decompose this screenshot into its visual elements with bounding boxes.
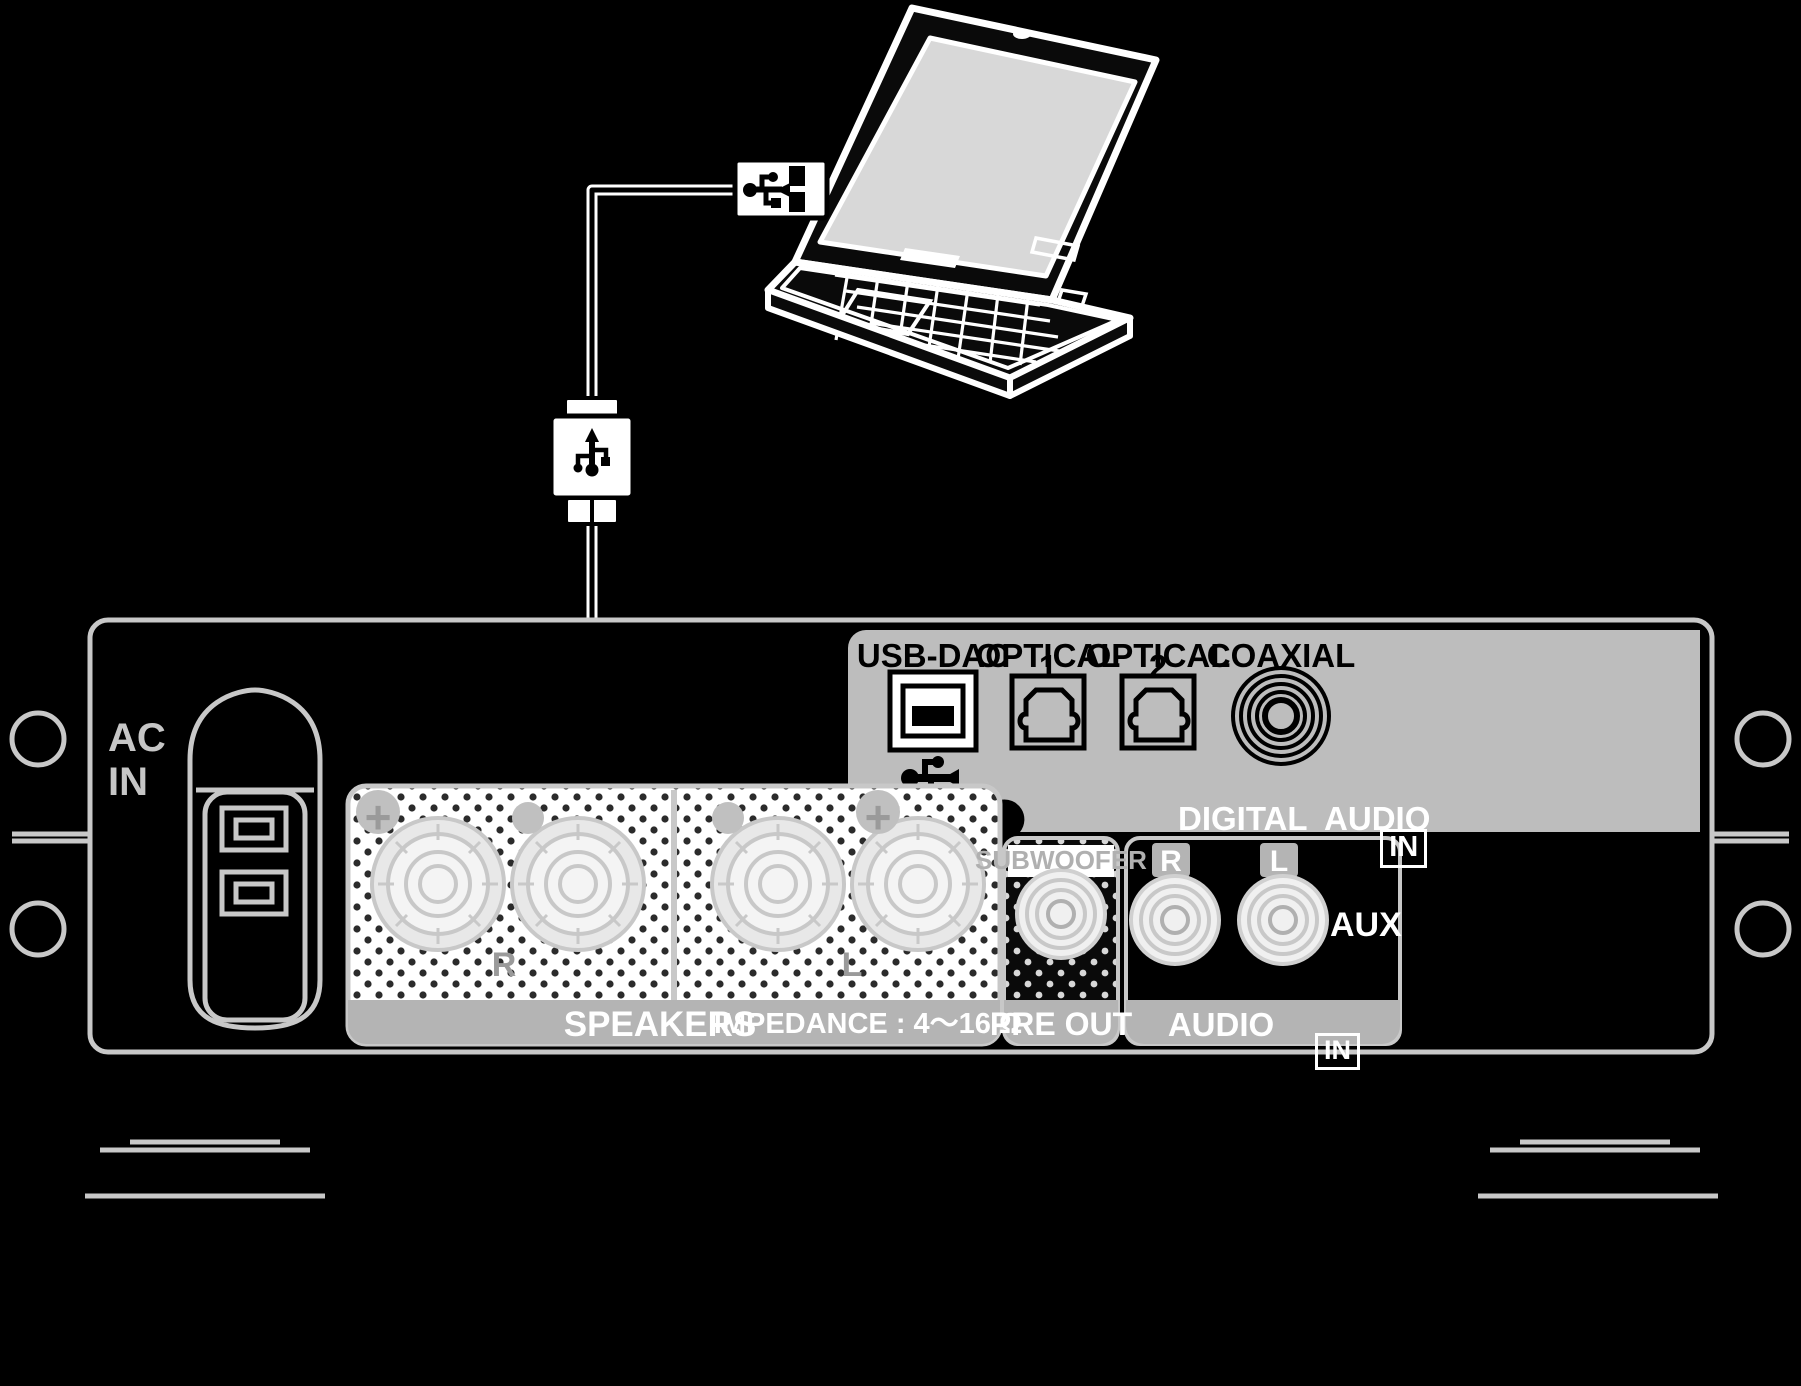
speaker-left-channel-label: L (841, 946, 863, 984)
amplifier-chassis-graphic (9, 617, 1792, 1199)
diagram-graphics (9, 4, 1792, 1199)
usb-type-a-plug-graphic (732, 157, 830, 221)
audio-in-section-badge-text: IN (1315, 1033, 1361, 1070)
speakers-impedance-label: IMPEDANCE : 4〜16 Ω (713, 1008, 1023, 1040)
audio-in-right-label: R (1160, 845, 1182, 878)
optical-1-port-sublabel: 1 (1038, 648, 1058, 685)
digital-audio-in-badge: IN (1348, 800, 1428, 897)
subwoofer-jack-label: SUBWOOFER (975, 845, 1147, 875)
aux-label: AUX (1330, 906, 1402, 944)
usb-type-b-plug-graphic (548, 396, 636, 526)
optical-2-port-sublabel: 2 (1148, 648, 1168, 685)
diagram-canvas: AC IN USB-DAC OPTICAL 1 OPTICAL 2 COAXIA… (0, 0, 1801, 1386)
pre-out-section-label: PRE OUT (989, 1006, 1133, 1042)
coaxial-port-label: COAXIAL (1206, 637, 1356, 674)
speaker-right-plus: + (364, 791, 392, 843)
digital-audio-in-badge-text: IN (1380, 829, 1428, 868)
ac-in-label-line2: IN (108, 760, 148, 804)
audio-in-left-label: L (1269, 845, 1289, 878)
speaker-right-channel-label: R (491, 946, 517, 984)
audio-in-section-badge: IN (1285, 1006, 1361, 1097)
speaker-left-plus: + (864, 791, 892, 843)
audio-in-section-label: AUDIO (1167, 1006, 1275, 1043)
ac-in-label-line1: AC (108, 716, 166, 760)
